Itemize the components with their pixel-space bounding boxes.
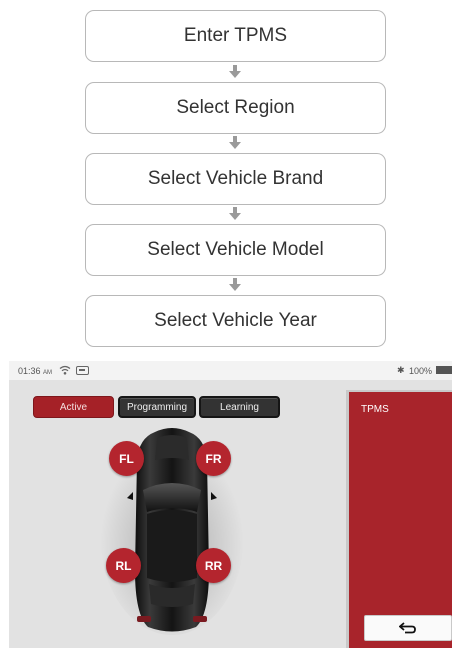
flow-step-select-vehicle-model: Select Vehicle Model [85, 224, 386, 276]
tire-marker-front-right[interactable]: FR [196, 441, 231, 476]
tab-active[interactable]: Active [33, 396, 114, 418]
flow-step-enter-tpms: Enter TPMS [85, 10, 386, 62]
flow-step-label: Select Vehicle Brand [147, 168, 324, 189]
battery-percent: 100% [409, 366, 433, 376]
flow-step-label: Select Region [176, 97, 295, 118]
down-arrow-icon [229, 207, 241, 220]
app-icon [76, 366, 89, 375]
flow-step-select-vehicle-year: Select Vehicle Year [85, 295, 386, 347]
flow-step-label: Select Vehicle Year [154, 310, 317, 331]
status-bar: 01:36 AM ✱ 100% [9, 361, 452, 380]
tire-marker-rear-right[interactable]: RR [196, 548, 231, 583]
flow-step-label: Enter TPMS [183, 25, 288, 46]
side-panel: TPMS [346, 390, 452, 648]
down-arrow-icon [229, 136, 241, 149]
back-button[interactable] [364, 615, 452, 641]
flow-step-label: Select Vehicle Model [147, 239, 324, 260]
panel-title: TPMS [361, 404, 389, 415]
down-arrow-icon [229, 278, 241, 291]
flow-step-select-region: Select Region [85, 82, 386, 134]
status-time: 01:36 AM [18, 366, 53, 376]
wifi-icon [59, 365, 71, 375]
tab-programming[interactable]: Programming [118, 396, 196, 418]
down-arrow-icon [229, 65, 241, 78]
tire-marker-rear-left[interactable]: RL [106, 548, 141, 583]
bluetooth-icon: ✱ [397, 365, 405, 375]
tire-marker-front-left[interactable]: FL [109, 441, 144, 476]
return-arrow-icon [399, 622, 416, 634]
tab-learning[interactable]: Learning [199, 396, 280, 418]
flow-step-select-vehicle-brand: Select Vehicle Brand [85, 153, 386, 205]
battery-icon [436, 366, 452, 374]
status-ampm: AM [43, 370, 53, 376]
